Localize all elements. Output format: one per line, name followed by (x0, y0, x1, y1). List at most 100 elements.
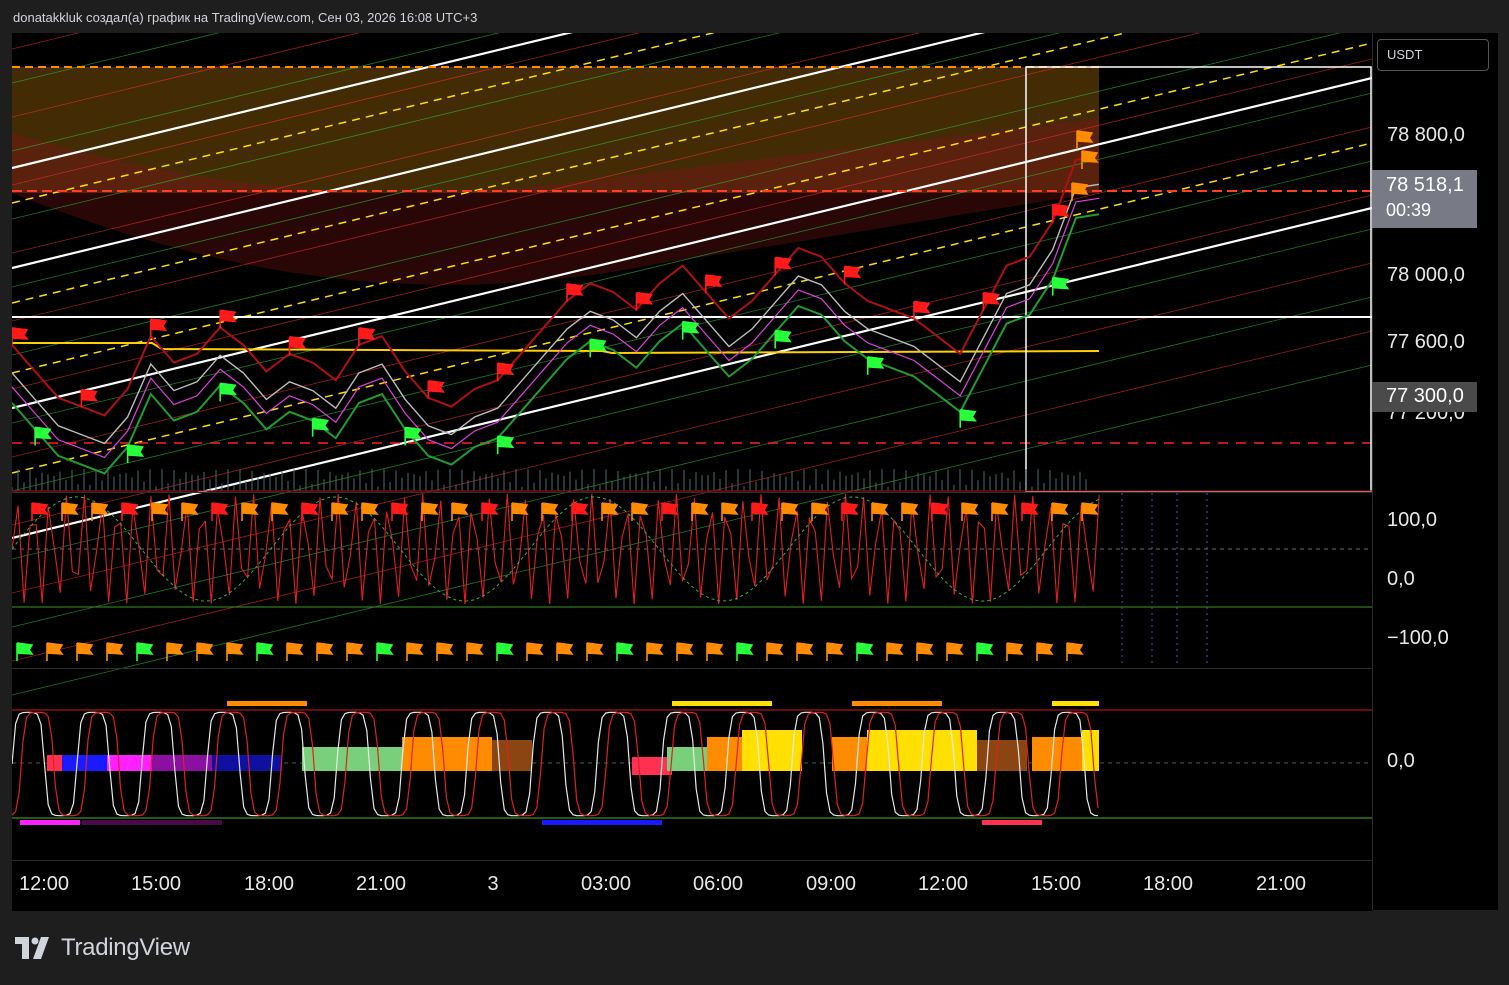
osc2-top-strip (852, 701, 942, 706)
osc2-top-strip (672, 701, 772, 706)
osc1-bottom-flag (106, 642, 124, 661)
time-label: 21:00 (1255, 873, 1307, 895)
chart-svg[interactable] (12, 33, 1372, 910)
osc1-bottom-flag (406, 642, 424, 661)
osc2-bottom-strip (20, 820, 80, 825)
osc1-top-flag (931, 502, 949, 521)
tradingview-logo-icon (15, 937, 49, 959)
sell-flag (80, 388, 99, 408)
osc1-top-flag (691, 502, 709, 521)
osc1-top-flag (511, 502, 529, 521)
osc1-bottom-flag (526, 642, 544, 661)
osc1-top-flag (601, 502, 619, 521)
osc1-bottom-flag (796, 642, 814, 661)
osc1-bottom-flag (196, 642, 214, 661)
osc1-top-flag (181, 502, 199, 521)
osc2-top-strip (227, 701, 307, 706)
level-price: 77 300,0 (1386, 385, 1464, 407)
osc1-bottom-flag (376, 642, 394, 661)
osc2-bottom-strip (542, 820, 662, 825)
osc2-histogram-block (107, 755, 152, 771)
time-label: 06:00 (692, 873, 744, 895)
osc1-bottom-flag (586, 642, 604, 661)
osc1-bottom-flag (856, 642, 874, 661)
osc1-bottom-flag (646, 642, 664, 661)
buy-flag (774, 329, 792, 349)
time-label: 15:00 (130, 873, 182, 895)
osc1-top-flag (1021, 502, 1039, 521)
sell-flag (427, 380, 445, 399)
bar-countdown: 00:39 (1386, 200, 1432, 220)
osc1-bottom-flag (826, 642, 844, 661)
osc2-bottom-strip (982, 820, 1042, 825)
oscillator-label: 0,0 (1387, 568, 1415, 590)
osc2-histogram-block (152, 755, 212, 771)
chart-attribution: donatakkluk создал(а) график на TradingV… (13, 10, 478, 25)
osc1-top-flag (1051, 502, 1069, 521)
price-label: 77 600,0 (1387, 331, 1465, 353)
osc1-bottom-flag (766, 642, 784, 661)
osc2-histogram-block (302, 747, 402, 771)
channel-line (12, 33, 80, 50)
buy-flag (589, 338, 607, 358)
price-axis[interactable]: 78 800,0 78 000,0 77 600,0 77 200,0 100,… (1372, 33, 1498, 910)
time-label: 09:00 (805, 873, 857, 895)
osc1-bottom-flag (706, 642, 724, 661)
osc2-top-strip (1052, 701, 1099, 706)
osc1-top-flag (991, 502, 1009, 521)
pane-separator-2[interactable] (12, 668, 1497, 669)
channel-line (12, 262, 1372, 594)
sell-flag (705, 274, 723, 294)
channel-line (12, 330, 1372, 662)
time-label: 18:00 (1142, 873, 1194, 895)
osc2-histogram-block (917, 730, 977, 771)
time-label: 12:00 (18, 873, 70, 895)
osc1-bottom-flag (736, 642, 754, 661)
osc1-top-flag (301, 502, 319, 521)
osc1-bottom-flag (286, 642, 304, 661)
osc1-bottom-flag (976, 642, 994, 661)
time-axis[interactable]: 12:00 15:00 18:00 21:00 3 03:00 06:00 09… (12, 860, 1372, 911)
osc1-bottom-flag (346, 642, 364, 661)
current-price-tag: 78 518,1 00:39 (1372, 170, 1477, 228)
buy-flag (311, 417, 330, 437)
time-label: 03:00 (580, 873, 632, 895)
time-label: 18:00 (243, 873, 295, 895)
price-label: 78 000,0 (1387, 264, 1465, 286)
osc1-top-flag (481, 502, 499, 521)
osc1-top-flag (871, 502, 889, 521)
osc2-histogram-block (667, 747, 707, 771)
level-price-tag: 77 300,0 (1372, 382, 1477, 412)
buy-flag (1051, 276, 1070, 296)
osc1-top-flag (61, 502, 79, 521)
time-label: 3 (487, 873, 499, 895)
lower-shade (12, 193, 1099, 285)
sell-flag (1051, 203, 1070, 223)
osc1-bottom-flag (466, 642, 484, 661)
osc1-top-flag (391, 502, 409, 521)
osc1-top-flag (151, 502, 169, 521)
osc1-bottom-flag (1006, 642, 1024, 661)
sell-flag (288, 335, 307, 355)
osc1-bottom-flag (946, 642, 964, 661)
chart-area[interactable] (12, 33, 1372, 910)
tradingview-logo[interactable]: TradingView (15, 934, 190, 962)
sell-flag (843, 265, 862, 285)
time-label: 21:00 (355, 873, 407, 895)
buy-flag (959, 408, 977, 428)
pane-separator-1[interactable] (12, 492, 1497, 493)
oscillator-label: −100,0 (1387, 627, 1449, 649)
osc1-bottom-flag (316, 642, 334, 661)
buy-flag (866, 356, 885, 375)
osc1-top-flag (781, 502, 799, 521)
currency-selector[interactable]: USDT (1377, 39, 1489, 71)
oscillator-label: 100,0 (1387, 509, 1438, 531)
buy-flag (496, 435, 515, 455)
sell-flag (219, 309, 237, 329)
osc1-top-flag (271, 502, 289, 521)
sell-flag (982, 291, 1001, 311)
osc1-bottom-flag (136, 642, 154, 661)
osc2-bottom-strip (82, 820, 222, 825)
osc1-bottom-flag (556, 642, 574, 661)
osc1-bottom-flag (496, 642, 514, 661)
